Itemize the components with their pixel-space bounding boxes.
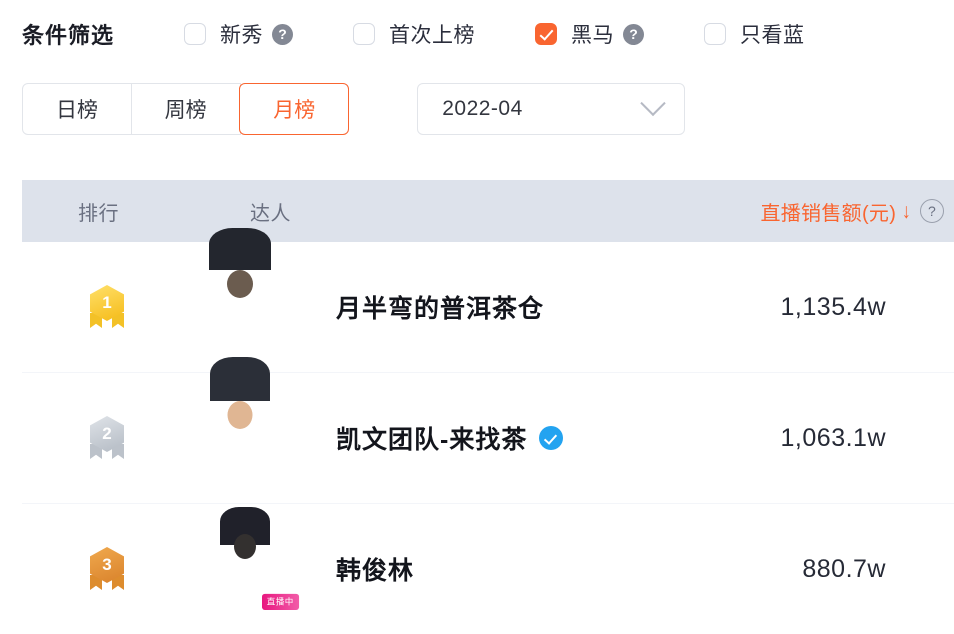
sales-cell: 1,135.4w [712,293,954,322]
help-icon-heima[interactable]: ? [623,23,645,45]
creator-name-group: 月半弯的普洱茶仓 [336,289,544,325]
filter-checkbox-zhikanlan[interactable]: 只看蓝 [704,19,805,49]
rank-cell: 3 [22,547,192,591]
column-header-rank: 排行 [78,202,119,225]
filter-checkbox-xinxiu[interactable]: 新秀 ? [184,19,294,49]
date-select-value: 2022-04 [442,97,523,120]
checkbox-shouci[interactable] [353,23,376,45]
filter-bar: 条件筛选 新秀 ? 首次上榜 黑马 ? 只看蓝 [0,0,954,68]
checkbox-heima[interactable] [535,23,558,45]
sales-value: 1,135.4w [780,292,886,321]
tab-monthly[interactable]: 月榜 [239,83,350,135]
checkbox-xinxiu[interactable] [184,23,207,45]
column-header-name: 达人 [250,202,291,225]
filter-title: 条件筛选 [22,23,115,48]
filter-checkbox-heima[interactable]: 黑马 ? [535,19,645,49]
filter-checkbox-shouci[interactable]: 首次上榜 [353,19,475,49]
avatar-wrapper[interactable]: 直播中 [220,507,314,610]
tab-daily[interactable]: 日榜 [22,83,132,135]
checkbox-label-zhikanlan: 只看蓝 [740,24,805,47]
sort-descending-icon[interactable]: ↓ [902,201,911,222]
sales-value: 880.7w [802,554,886,583]
rank-cell: 1 [22,285,192,329]
creator-name-group: 凯文团队-来找茶 [336,420,564,456]
table-row[interactable]: 3 直播中 韩俊林 880.7w [22,504,954,634]
checkbox-label-xinxiu: 新秀 [220,24,264,47]
sales-value: 1,063.1w [780,423,886,452]
checkbox-label-shouci: 首次上榜 [389,24,476,47]
ranking-table: 排行 达人 直播销售额(元) ↓ ? 1 月半弯的普洱茶仓 1,135.4w 2… [22,180,954,634]
date-select[interactable]: 2022-04 [417,83,686,135]
creator-name[interactable]: 凯文团队-来找茶 [336,420,527,456]
sales-cell: 880.7w [712,555,954,584]
medal-silver-icon: 2 [88,416,126,460]
creator-name[interactable]: 韩俊林 [336,551,414,587]
help-icon-xinxiu[interactable]: ? [272,23,294,45]
creator-cell: 直播中 韩俊林 [192,507,712,610]
control-bar: 日榜 周榜 月榜 2022-04 [0,78,954,140]
medal-gold-icon: 1 [88,285,126,329]
avatar-wrapper[interactable] [209,228,314,344]
checkbox-label-heima: 黑马 [571,24,615,47]
help-icon-sales[interactable]: ? [920,199,944,223]
verified-badge-icon [539,426,564,450]
chevron-down-icon [640,90,666,117]
avatar[interactable] [220,507,270,560]
live-status-badge[interactable]: 直播中 [262,593,299,610]
column-header-sales[interactable]: 直播销售额(元) ↓ ? [712,197,954,226]
table-row[interactable]: 2 凯文团队-来找茶 1,063.1w [22,357,954,504]
avatar-wrapper[interactable] [210,357,314,475]
sales-cell: 1,063.1w [712,424,954,453]
table-row[interactable]: 1 月半弯的普洱茶仓 1,135.4w [22,228,954,373]
creator-name[interactable]: 月半弯的普洱茶仓 [336,289,544,325]
medal-bronze-icon: 3 [88,547,126,591]
creator-cell: 凯文团队-来找茶 [192,357,712,475]
checkbox-zhikanlan[interactable] [704,23,727,45]
column-header-sales-label: 直播销售额(元) [760,202,897,225]
rank-cell: 2 [22,416,192,460]
creator-cell: 月半弯的普洱茶仓 [192,228,712,344]
creator-name-group: 韩俊林 [336,551,414,587]
period-tab-group: 日榜 周榜 月榜 [22,83,350,135]
table-header-row: 排行 达人 直播销售额(元) ↓ ? [22,180,954,242]
tab-weekly[interactable]: 周榜 [130,83,241,135]
